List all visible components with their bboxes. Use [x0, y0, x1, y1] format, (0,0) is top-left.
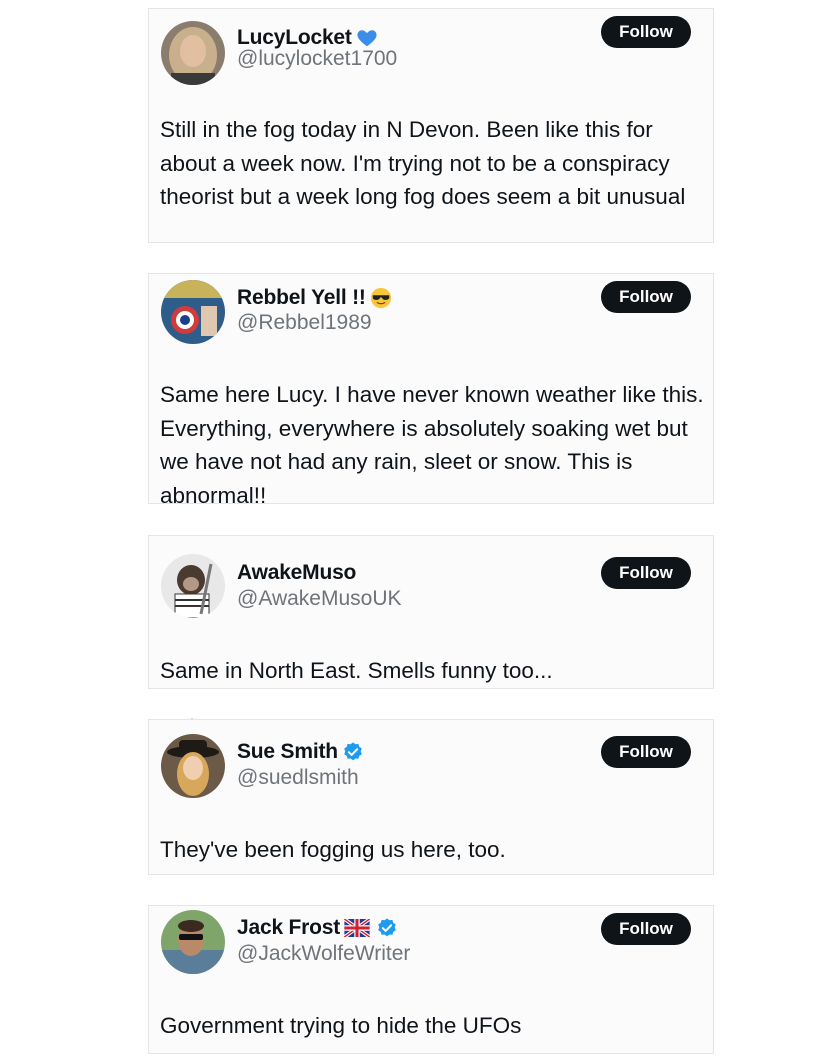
reply-card-awakemuso[interactable]: AwakeMuso @AwakeMusoUK Follow Same in No… [148, 535, 714, 689]
reply-card-jack-frost[interactable]: Jack Frost @JackWolfeWriter Follow Gover… [148, 905, 714, 1054]
avatar-photo-icon [161, 554, 225, 618]
display-name[interactable]: Sue Smith [237, 740, 338, 764]
display-name[interactable]: Rebbel Yell !! [237, 286, 366, 310]
reply-text: Same in North East. Smells funny too... [160, 658, 553, 683]
avatar[interactable] [161, 554, 225, 618]
avatar[interactable] [161, 734, 225, 798]
reply-text: They've been fogging us here, too. [160, 837, 506, 862]
reply-card-rebbel-yell[interactable]: Rebbel Yell !! @Rebbel1989 Follow Same h… [148, 273, 714, 508]
display-name[interactable]: Jack Frost [237, 916, 340, 940]
avatar[interactable] [161, 910, 225, 974]
follow-button[interactable]: Follow [601, 913, 691, 945]
follow-button[interactable]: Follow [601, 16, 691, 48]
follow-button[interactable]: Follow [601, 736, 691, 768]
follow-button[interactable]: Follow [601, 557, 691, 589]
verified-badge-icon [376, 917, 398, 939]
user-handle[interactable]: @lucylocket1700 [237, 47, 397, 71]
avatar-photo-icon [161, 910, 225, 974]
reply-card-lucylocket[interactable]: LucyLocket @lucylocket1700 Follow Still … [148, 8, 714, 243]
sunglasses-emoji-icon [370, 287, 392, 309]
uk-flag-icon [344, 917, 372, 939]
user-handle[interactable]: @suedlsmith [237, 766, 359, 790]
user-handle[interactable]: @AwakeMusoUK [237, 587, 402, 611]
user-handle[interactable]: @JackWolfeWriter [237, 942, 410, 966]
avatar[interactable] [161, 21, 225, 85]
verified-badge-icon [342, 741, 364, 763]
reply-card-sue-smith[interactable]: Sue Smith @suedlsmith Follow They've bee… [148, 719, 714, 875]
avatar[interactable] [161, 280, 225, 344]
avatar-photo-icon [161, 280, 225, 344]
reply-text: Still in the fog today in N Devon. Been … [160, 117, 686, 209]
blue-heart-icon [356, 27, 378, 49]
follow-button[interactable]: Follow [601, 281, 691, 313]
display-name[interactable]: AwakeMuso [237, 561, 356, 585]
avatar-photo-icon [161, 21, 225, 85]
avatar-photo-icon [161, 734, 225, 798]
user-handle[interactable]: @Rebbel1989 [237, 311, 372, 335]
reply-text: Same here Lucy. I have never known weath… [160, 382, 704, 508]
reply-text: Government trying to hide the UFOs [160, 1013, 522, 1038]
